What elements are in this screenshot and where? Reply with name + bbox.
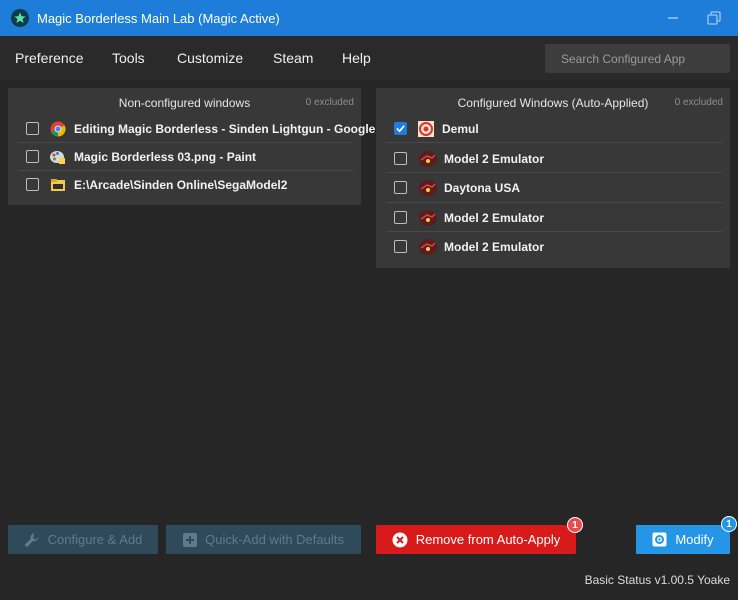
list-item[interactable]: Editing Magic Borderless - Sinden Lightg… [18,115,375,143]
menu-customize[interactable]: Customize [177,50,243,66]
status-text: Basic Status v1.00.5 Yoake [584,573,730,587]
restore-icon[interactable] [705,9,723,27]
configure-add-label: Configure & Add [47,532,143,547]
row-checkbox[interactable] [394,211,407,224]
row-label: Model 2 Emulator [444,240,545,254]
row-checkbox[interactable] [394,122,407,135]
menu-tools[interactable]: Tools [112,50,145,66]
model2-icon [418,150,438,168]
row-checkbox[interactable] [26,122,39,135]
row-label: Model 2 Emulator [444,211,545,225]
list-item[interactable]: Demul [386,115,722,143]
remove-auto-apply-button[interactable]: Remove from Auto-Apply [376,525,576,554]
non-configured-panel: Non-configured windows 0 excluded Editin… [8,88,375,205]
list-item[interactable]: Model 2 Emulator [386,203,722,232]
wrench-icon [24,532,40,548]
quick-add-button[interactable]: Quick-Add with Defaults [166,525,361,554]
row-label: E:\Arcade\Sinden Online\SegaModel2 [74,178,288,192]
row-label: Demul [442,122,479,136]
row-checkbox[interactable] [394,152,407,165]
modify-button[interactable]: Modify [636,525,730,554]
row-label: Editing Magic Borderless - Sinden Lightg… [74,122,376,136]
list-item[interactable]: Model 2 Emulator [386,232,722,261]
row-checkbox[interactable] [26,150,39,163]
menu-help[interactable]: Help [342,50,371,66]
excluded-count: 0 excluded [674,97,723,108]
search-input[interactable] [545,44,730,73]
remove-circle-icon [392,532,408,548]
minimize-icon[interactable] [664,9,682,27]
remove-auto-apply-label: Remove from Auto-Apply [415,532,561,547]
row-checkbox[interactable] [394,181,407,194]
row-label: Daytona USA [444,181,521,195]
excluded-count: 0 excluded [305,97,354,108]
demul-icon [418,121,434,137]
modify-count-badge: 1 [721,516,737,532]
chrome-icon [50,121,66,137]
modify-label: Modify [675,532,714,547]
menu-steam[interactable]: Steam [273,50,313,66]
model2-icon [418,209,438,227]
list-item[interactable]: Model 2 Emulator [386,144,722,173]
settings-icon [652,532,667,547]
menu-preference[interactable]: Preference [15,50,83,66]
row-label: Magic Borderless 03.png - Paint [74,150,257,164]
configure-add-button[interactable]: Configure & Add [8,525,158,554]
configured-panel: Configured Windows (Auto-Applied) 0 excl… [376,88,730,268]
paint-icon [50,149,66,165]
title-bar: Magic Borderless Main Lab (Magic Active) [0,0,738,36]
quick-add-label: Quick-Add with Defaults [205,532,344,547]
list-item[interactable]: Daytona USA [386,173,722,203]
app-logo-icon [11,9,29,27]
list-item[interactable]: Magic Borderless 03.png - Paint [18,143,353,171]
model2-icon [418,238,438,256]
remove-count-badge: 1 [567,517,583,533]
row-label: Model 2 Emulator [444,152,545,166]
row-checkbox[interactable] [394,240,407,253]
model2-icon [418,179,438,197]
folder-icon [50,177,66,193]
plus-square-icon [183,532,198,547]
row-checkbox[interactable] [26,178,39,191]
window-title: Magic Borderless Main Lab (Magic Active) [37,11,280,26]
list-item[interactable]: E:\Arcade\Sinden Online\SegaModel2 [18,171,353,199]
